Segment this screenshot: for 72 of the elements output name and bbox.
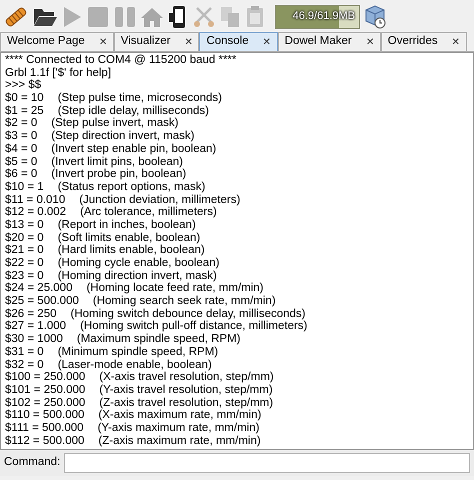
console-line: >>> $$ [5, 79, 42, 92]
setting-description: (Y-axis maximum rate, mm/min) [98, 422, 260, 435]
setting-value: $5 = 0 [5, 156, 38, 168]
setting-value: $0 = 10 [5, 92, 44, 105]
setting-description: (Junction deviation, millimeters) [79, 194, 240, 206]
setting-description: (Invert probe pin, boolean) [51, 168, 186, 181]
setting-value: $10 = 1 [5, 180, 44, 194]
setting-description: (Invert step enable pin, boolean) [51, 142, 216, 156]
setting-value: $26 = 250 [5, 308, 56, 320]
command-field[interactable] [64, 453, 470, 473]
setting-description: (Arc tolerance, millimeters) [80, 206, 217, 219]
setting-value: $27 = 1.000 [5, 320, 66, 334]
setting-description: (Z-axis travel resolution, step/mm) [99, 396, 274, 410]
setting-description: (Step idle delay, milliseconds) [58, 104, 209, 118]
console-line: Grbl 1.1f ['$' for help] [5, 66, 112, 80]
setting-description: (Status report options, mask) [58, 180, 206, 194]
setting-value: $20 = 0 [5, 232, 44, 244]
close-icon[interactable]: ✕ [184, 34, 192, 50]
setting-value: $31 = 0 [5, 346, 44, 358]
setting-value: $100 = 250.000 [5, 371, 86, 384]
setting-description: (Invert limit pins, boolean) [51, 156, 183, 168]
close-icon[interactable]: ✕ [262, 34, 271, 50]
setting-description: (Homing switch debounce delay, milliseconds) [70, 308, 306, 320]
setting-description: (Z-axis maximum rate, mm/min) [98, 434, 261, 448]
setting-value: $21 = 0 [5, 244, 44, 257]
setting-value: $25 = 500.000 [5, 295, 79, 308]
setting-value: $110 = 500.000 [5, 409, 84, 422]
close-icon[interactable]: ✕ [452, 34, 460, 50]
setting-description: (Step direction invert, mask) [51, 130, 194, 143]
setting-description: (Laser-mode enable, boolean) [58, 358, 212, 372]
setting-value: $3 = 0 [5, 130, 38, 143]
console-line: **** Connected to COM4 @ 115200 baud **** [5, 54, 236, 67]
setting-description: (Homing cycle enable, boolean) [58, 257, 220, 270]
setting-value: $111 = 500.000 [5, 422, 84, 435]
command-label: Command: [4, 455, 60, 470]
setting-description: (X-axis maximum rate, mm/min) [98, 409, 262, 422]
tab[interactable]: Console ✕ [199, 32, 278, 51]
setting-description: (X-axis travel resolution, step/mm) [99, 371, 274, 384]
setting-value: $24 = 25.000 [5, 282, 72, 296]
tab[interactable]: Welcome Page ✕ [0, 32, 114, 51]
setting-description: (Homing direction invert, mask) [58, 270, 217, 282]
setting-description: (Step pulse invert, mask) [51, 117, 178, 130]
setting-description: (Report in inches, boolean) [58, 218, 196, 232]
setting-description: (Hard limits enable, boolean) [58, 244, 205, 257]
tab[interactable]: Overrides ✕ [380, 32, 467, 51]
setting-value: $23 = 0 [5, 270, 44, 282]
setting-value: $112 = 500.000 [5, 434, 84, 448]
cube-clock-icon[interactable] [363, 4, 387, 30]
setting-value: $13 = 0 [5, 218, 44, 232]
setting-value: $32 = 0 [5, 358, 44, 372]
setting-description: (Step pulse time, microseconds) [58, 92, 222, 105]
setting-description: (Minimum spindle speed, RPM) [58, 346, 218, 358]
setting-description: (Soft limits enable, boolean) [58, 232, 200, 244]
setting-value: $12 = 0.002 [5, 206, 66, 219]
setting-description: (Y-axis travel resolution, step/mm) [99, 384, 273, 397]
close-icon[interactable]: ✕ [98, 34, 107, 50]
setting-description: (Homing search seek rate, mm/min) [92, 295, 276, 308]
setting-value: $11 = 0.010 [5, 194, 66, 206]
setting-value: $22 = 0 [5, 257, 44, 270]
setting-value: $1 = 25 [5, 104, 44, 118]
close-icon[interactable]: ✕ [366, 34, 374, 50]
setting-description: (Homing switch pull-off distance, millimeters) [80, 320, 308, 334]
setting-description: (Maximum spindle speed, RPM) [76, 333, 240, 346]
setting-value: $102 = 250.000 [5, 396, 86, 410]
setting-value: $101 = 250.000 [5, 384, 86, 397]
setting-description: (Homing locate feed rate, mm/min) [86, 282, 264, 296]
tab[interactable]: Dowel Maker ✕ [278, 32, 381, 51]
setting-value: $4 = 0 [5, 142, 38, 156]
setting-value: $6 = 0 [5, 168, 38, 181]
tab[interactable]: Visualizer ✕ [114, 32, 200, 51]
setting-value: $30 = 1000 [5, 333, 63, 346]
setting-value: $2 = 0 [5, 117, 38, 130]
